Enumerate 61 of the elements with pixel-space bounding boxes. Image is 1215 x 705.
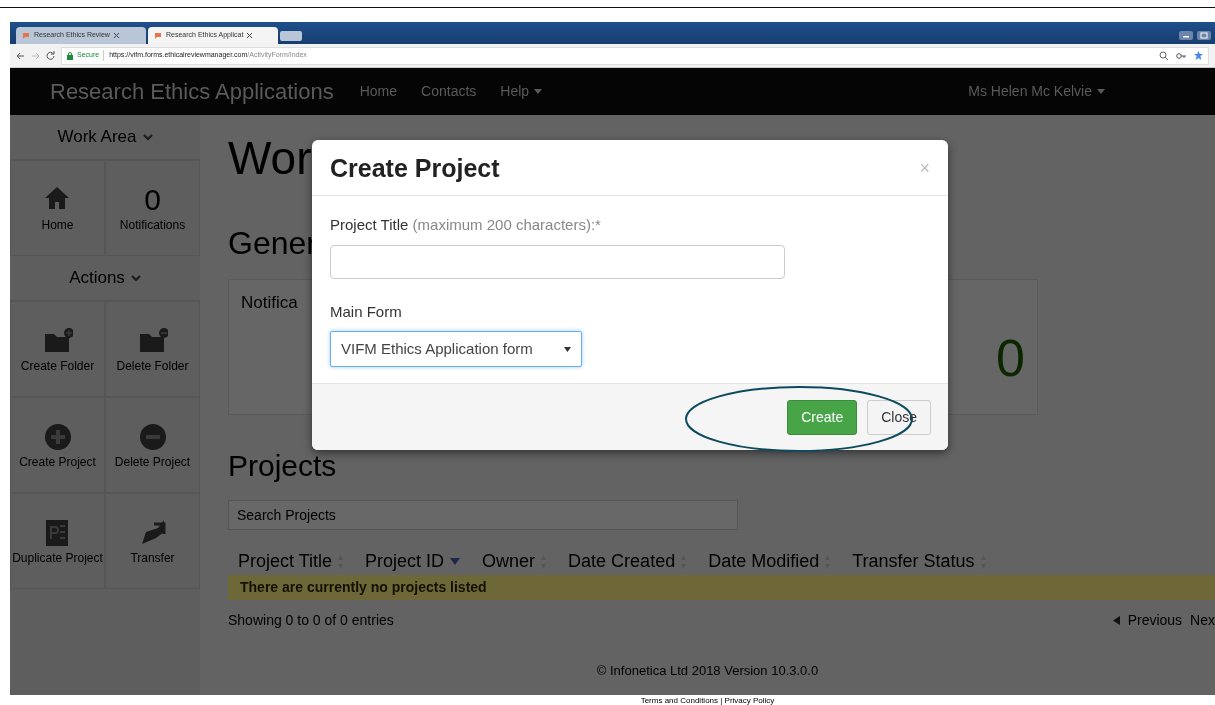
star-icon[interactable] [1194,51,1203,60]
column-header[interactable]: Project Title [228,548,356,575]
page-heading: Wor [228,135,313,181]
panel-title: Notifica [241,293,298,312]
sort-down-icon [450,558,461,565]
nav-link[interactable]: Help [500,81,543,102]
section-header[interactable]: Actions [10,256,200,301]
section-heading: Gener [228,224,318,263]
sidebar-item[interactable]: Duplicate Project [10,493,105,589]
sidebar-item[interactable]: Home [10,160,105,256]
close-icon[interactable] [247,33,253,38]
notification-count: 0 [996,332,1025,384]
reload-icon[interactable] [46,51,55,60]
empty-table-message: There are currently no projects listed [228,575,1215,600]
column-header[interactable]: Date Created [558,548,699,575]
sidebar-item[interactable]: Transfer [105,493,200,589]
plus-circle-icon [42,421,73,452]
sidebar-item[interactable]: 0 Notifications [105,160,200,256]
section-header[interactable]: Work Area [10,115,200,160]
caret-down-icon [1097,89,1105,94]
field-label: Project Title (maximum 200 characters):* [330,215,602,235]
sidebar-item[interactable]: Delete Project [105,397,200,493]
sidebar-item[interactable]: Delete Folder [105,301,200,397]
pagination-link[interactable]: Previous [1127,610,1183,631]
speech-bubble-icon [22,32,30,39]
zoom-icon[interactable] [1159,51,1168,60]
chevron-down-icon [142,133,153,141]
nav-link[interactable]: Home [359,81,398,102]
caret-down-icon [564,346,571,352]
column-header[interactable]: Owner [472,548,559,575]
chevron-down-icon [130,274,141,282]
nav-link[interactable]: Contacts [421,81,477,102]
close-button[interactable]: × [919,158,930,177]
sidebar-item[interactable]: Create Folder [10,301,105,397]
sidebar-item[interactable]: Create Project [10,397,105,493]
modal-title: Create Project [330,152,500,183]
title-input-field[interactable] [330,244,785,279]
maximize-icon[interactable] [1197,31,1211,40]
speech-bubble-icon [154,32,162,39]
user-menu[interactable]: Ms Helen Mc Kelvie [968,81,1105,102]
pagination-link[interactable]: Nex [1190,610,1215,631]
column-header[interactable]: Project ID [355,548,473,575]
copyright-text: © Infonetica Ltd 2018 Version 10.3.0.0 [595,662,820,680]
caret-left-icon [1112,616,1120,625]
search-field[interactable]: Search Projects [228,500,738,530]
close-icon[interactable] [113,33,119,38]
minimize-icon[interactable] [1179,31,1193,40]
back-arrow-icon[interactable] [16,51,25,60]
form-select-field[interactable]: VIFM Ethics Application form [330,331,582,367]
section-heading: Projects [228,448,338,484]
create-button[interactable]: Create [787,399,858,435]
caret-down-icon [534,89,543,94]
column-header[interactable]: Transfer Status [842,548,998,575]
minus-circle-icon [137,421,168,452]
field-label: Main Form [330,301,403,322]
key-icon[interactable] [1176,52,1186,59]
column-header[interactable]: Date Modified [698,548,843,575]
lock-icon [67,51,73,60]
table-info: Showing 0 to 0 of 0 entries [228,611,394,630]
footer-links[interactable]: Terms and Conditions | Privacy Policy [200,694,1215,705]
brand-title[interactable]: Research Ethics Applications [50,75,334,108]
